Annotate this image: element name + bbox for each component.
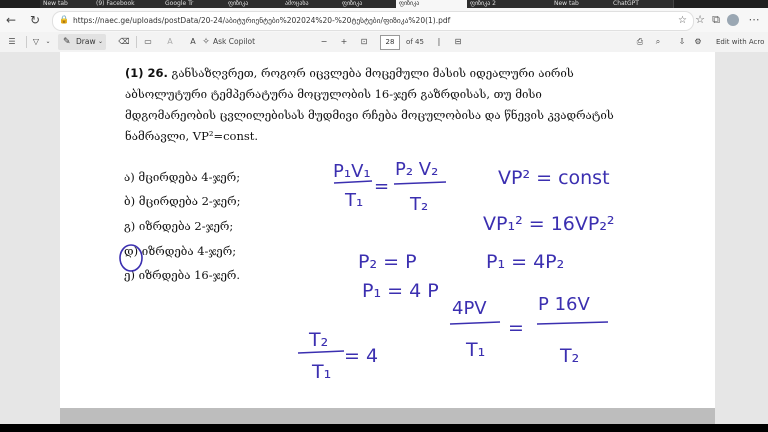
fraction-line	[393, 181, 447, 185]
eq2-left-num: 4PV	[452, 298, 487, 319]
eq1-right-den: T₂	[409, 194, 428, 215]
vp-const: VP² = const	[498, 167, 610, 189]
fraction-line	[449, 321, 501, 325]
handwriting-layer: P₁V₁ T₁ = P₂ V₂ T₂ VP² = const VP₁² = 16…	[119, 159, 615, 383]
screen-border	[0, 424, 768, 432]
answer-circle	[119, 244, 143, 272]
fraction-line	[536, 321, 609, 325]
p1-equals-4p2: P₁ = 4P₂	[486, 251, 564, 273]
vp-equation: VP₁² = 16VP₂²	[483, 213, 615, 235]
ratio-num: T₂	[308, 329, 328, 351]
fraction-line	[297, 350, 345, 354]
eq2-equals: =	[508, 317, 524, 339]
p2-equals-p: P₂ = P	[358, 251, 417, 273]
p1-equals-4p: P₁ = 4 P	[362, 280, 439, 302]
ratio-equals-4: = 4	[344, 345, 378, 367]
eq1-equals: =	[374, 176, 389, 197]
eq1-right-num: P₂ V₂	[395, 159, 438, 180]
eq2-left-den: T₁	[465, 339, 485, 361]
eq2-right-den: T₂	[559, 345, 579, 367]
ratio-den: T₁	[311, 361, 331, 383]
eq2-right-num: P 16V	[538, 294, 590, 315]
eq1-left-den: T₁	[344, 190, 363, 211]
eq1-left-num: P₁V₁	[333, 161, 371, 182]
screen: New tab (9) Facebook Google Tr ფიზიკა ამ…	[0, 0, 768, 432]
